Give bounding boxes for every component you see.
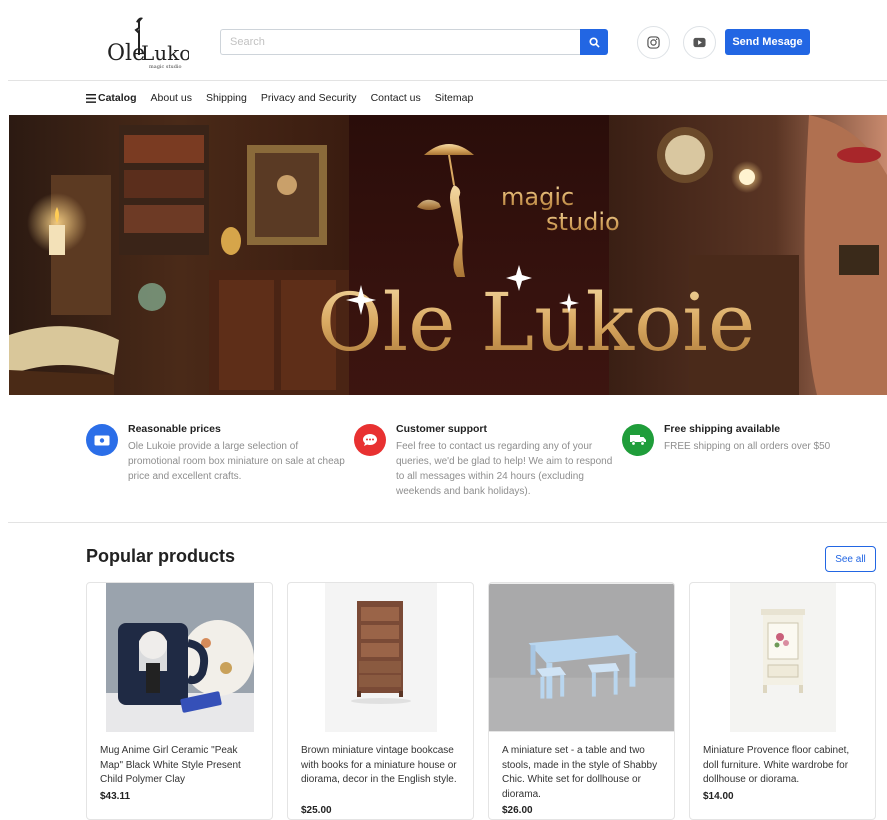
feature-text: Ole Lukoie provide a large selection of … — [128, 441, 345, 482]
section-divider — [8, 522, 887, 523]
nav-about-us[interactable]: About us — [151, 92, 192, 104]
product-name[interactable]: Brown miniature vintage bookcase with bo… — [301, 744, 463, 788]
svg-text:Lukoie: Lukoie — [141, 41, 189, 65]
feature-icon-wrap — [86, 424, 118, 456]
feature-title: Reasonable prices — [128, 423, 221, 435]
nav-privacy-security[interactable]: Privacy and Security — [261, 92, 357, 104]
main-nav: Catalog About us Shipping Privacy and Se… — [86, 90, 473, 106]
nav-catalog-label: Catalog — [98, 92, 137, 104]
banner-title: Ole Lukoie — [317, 276, 755, 369]
product-price: $43.11 — [100, 791, 131, 802]
search-input[interactable] — [220, 29, 580, 55]
banner-subtitle-1: magic — [501, 183, 574, 211]
money-icon — [94, 435, 110, 445]
product-price: $14.00 — [703, 791, 734, 802]
instagram-button[interactable] — [637, 26, 670, 59]
feature-title: Customer support — [396, 423, 488, 435]
nav-shipping[interactable]: Shipping — [206, 92, 247, 104]
product-image[interactable] — [87, 583, 272, 732]
product-name[interactable]: Miniature Provence floor cabinet, doll f… — [703, 744, 865, 788]
svg-text:magic studio: magic studio — [149, 64, 182, 70]
nav-sitemap[interactable]: Sitemap — [435, 92, 474, 104]
product-name[interactable]: Mug Anime Girl Ceramic "Peak Map" Black … — [100, 744, 262, 788]
youtube-button[interactable] — [683, 26, 716, 59]
site-logo[interactable]: Ole Lukoie magic studio — [105, 10, 210, 72]
product-name[interactable]: A miniature set - a table and two stools… — [502, 744, 664, 802]
truck-icon — [629, 435, 646, 446]
product-image[interactable] — [288, 583, 473, 732]
see-all-button[interactable]: See all — [825, 546, 876, 572]
search-icon — [588, 36, 600, 48]
instagram-icon — [647, 36, 660, 49]
chat-icon — [363, 434, 377, 446]
product-card[interactable]: Brown miniature vintage bookcase with bo… — [287, 582, 474, 820]
nav-catalog[interactable]: Catalog — [86, 92, 137, 104]
header-divider — [8, 80, 887, 81]
product-card[interactable]: Mug Anime Girl Ceramic "Peak Map" Black … — [86, 582, 273, 820]
nav-contact-us[interactable]: Contact us — [371, 92, 421, 104]
site-header: Ole Lukoie magic studio Send Mesage — [0, 0, 887, 80]
hero-banner[interactable]: magic studio Ole Lukoie — [9, 115, 887, 395]
feature-title: Free shipping available — [664, 423, 781, 435]
product-card[interactable]: Miniature Provence floor cabinet, doll f… — [689, 582, 876, 820]
svg-text:Ole: Ole — [107, 41, 145, 66]
banner-subtitle-2: studio — [546, 208, 620, 236]
popular-products-title: Popular products — [86, 546, 236, 566]
feature-text: Feel free to contact us regarding any of… — [396, 441, 613, 497]
menu-icon — [86, 93, 96, 103]
product-price: $25.00 — [301, 805, 332, 816]
feature-text: FREE shipping on all orders over $50 — [664, 441, 831, 452]
youtube-icon — [693, 37, 706, 48]
product-image[interactable] — [489, 583, 674, 732]
product-card[interactable]: A miniature set - a table and two stools… — [488, 582, 675, 820]
search-bar — [220, 29, 608, 55]
product-image[interactable] — [690, 583, 875, 732]
feature-icon-wrap — [354, 424, 386, 456]
send-message-button[interactable]: Send Mesage — [725, 29, 810, 55]
search-button[interactable] — [580, 29, 608, 55]
feature-icon-wrap — [622, 424, 654, 456]
product-price: $26.00 — [502, 805, 533, 816]
